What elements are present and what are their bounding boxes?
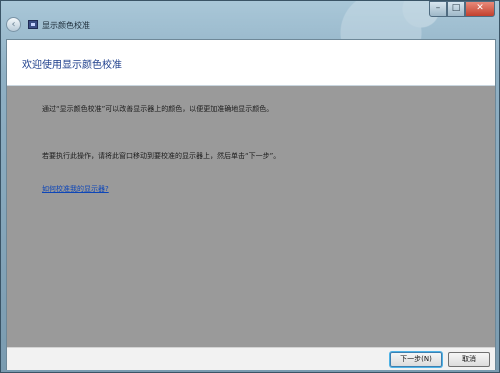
dialog-window: ‹ 显示颜色校准 – □ ✕ 欢迎使用显示颜色校准 通过“显示颜色校准”可以改善… [0,0,500,373]
intro-text: 通过“显示颜色校准”可以改善显示器上的颜色，以便更加准确地显示颜色。 [42,105,274,113]
page-title: 欢迎使用显示颜色校准 [22,60,122,71]
window-title: 显示颜色校准 [42,21,90,30]
next-button[interactable]: 下一步(N) [390,352,442,367]
display-icon [28,20,38,29]
cancel-button[interactable]: 取消 [448,352,490,367]
header-band: 欢迎使用显示颜色校准 [7,40,495,86]
instruction-text: 若要执行此操作，请将此窗口移动到要校准的显示器上，然后单击“下一步”。 [42,152,281,160]
minimize-button[interactable]: – [429,1,447,17]
help-link[interactable]: 如何校准我的显示器? [42,184,109,194]
maximize-button[interactable]: □ [447,1,465,17]
content-panel: 欢迎使用显示颜色校准 通过“显示颜色校准”可以改善显示器上的颜色，以便更加准确地… [6,39,496,370]
close-button[interactable]: ✕ [465,1,495,17]
title-bar: ‹ 显示颜色校准 – □ ✕ [1,1,500,41]
button-bar: 下一步(N) 取消 [7,347,495,370]
back-arrow-icon[interactable]: ‹ [6,17,21,32]
